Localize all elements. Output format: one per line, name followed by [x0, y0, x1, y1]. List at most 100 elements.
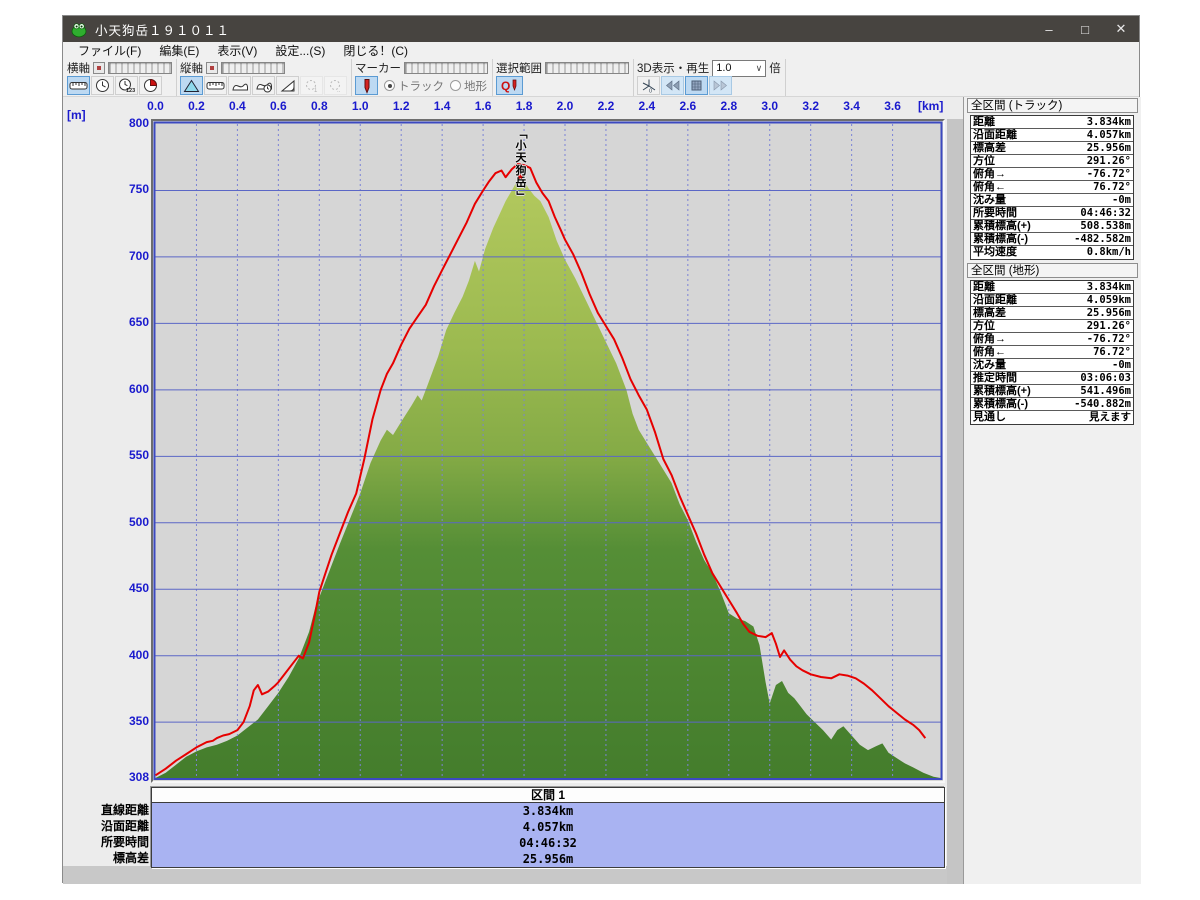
marker-target-terrain-radio[interactable]: 地形	[450, 78, 487, 94]
x-tick-label: 1.6	[474, 99, 492, 113]
elevation-plot[interactable]	[151, 119, 945, 783]
segment-label: 沿面距離	[100, 819, 149, 833]
x-tick-label: 2.2	[597, 99, 615, 113]
x-tick-label: 3.0	[761, 99, 779, 113]
menu-item-4[interactable]: 閉じる！(C)	[334, 42, 417, 59]
terrain-stat-row: 方位 291.26°	[971, 320, 1133, 333]
menu-item-2[interactable]: 表示(V)	[208, 42, 266, 59]
ghost-icon-2: ..	[330, 79, 341, 93]
close-button[interactable]: ✕	[1103, 16, 1139, 42]
terrain-stat-value: 25.956m	[1086, 307, 1131, 319]
xaxis-time-number-button[interactable]: 123	[115, 76, 138, 95]
y-axis-unit: [m]	[67, 108, 86, 122]
play-icon	[713, 80, 727, 91]
playback-stop-button[interactable]	[685, 76, 708, 95]
selection-range-button[interactable]: Q	[496, 76, 523, 95]
yaxis-extra2-button[interactable]: ..	[324, 76, 347, 95]
menu-item-0[interactable]: ファイル(F)	[69, 42, 150, 59]
yaxis-pace-button[interactable]	[252, 76, 275, 95]
selection-slider[interactable]	[545, 62, 629, 74]
yaxis-elevation-button[interactable]	[180, 76, 203, 95]
menu-item-1[interactable]: 編集(E)	[150, 42, 208, 59]
xaxis-pie-button[interactable]	[139, 76, 162, 95]
terrain-stat-row: 沿面距離 4.059km	[971, 294, 1133, 307]
track-stat-label: 沿面距離	[973, 129, 1017, 141]
track-stat-label: 距離	[973, 116, 995, 128]
terrain-stat-label: 沿面距離	[973, 294, 1017, 306]
slope-angle-icon	[280, 79, 294, 91]
track-stat-row: 標高差 25.956m	[971, 142, 1133, 155]
xaxis-distance-button[interactable]	[67, 76, 90, 95]
terrain-stat-label: 累積標高(+)	[973, 385, 1031, 397]
svg-text:0: 0	[649, 89, 652, 94]
x-tick-label: 2.0	[556, 99, 574, 113]
desktop: 小天狗岳１９１０１１ – □ ✕ ファイル(F) 編集(E) 表示(V) 設定...(…	[0, 0, 1200, 900]
app-icon	[71, 23, 87, 38]
clock-123-icon: 123	[119, 78, 135, 93]
segment-values: 3.834km 4.057km 04:46:32 25.956m	[152, 803, 944, 867]
terrain-stat-label: 見通し	[973, 411, 1006, 423]
track-stat-value: 76.72°	[1093, 181, 1131, 193]
marker-target-track-radio[interactable]: トラック	[384, 78, 444, 94]
yaxis-extra1-button[interactable]: 1	[300, 76, 323, 95]
segment-label: 直線距離	[100, 803, 149, 817]
track-stat-value: -76.72°	[1086, 168, 1131, 180]
yaxis-slope-button[interactable]	[276, 76, 299, 95]
segment-value: 4.057km	[522, 820, 574, 834]
track-stat-value: 0.8km/h	[1086, 246, 1131, 258]
toolbar-group-yaxis: 縦軸 1 ..	[177, 59, 352, 96]
terrain-stat-value: 3.834km	[1086, 281, 1131, 293]
marker-slider[interactable]	[404, 62, 488, 74]
x-tick-label: 0.4	[229, 99, 246, 113]
peak-annotation-char: 」	[515, 190, 528, 202]
playback-play-button[interactable]	[709, 76, 732, 95]
marker-pen-button[interactable]	[355, 76, 378, 95]
radio-terrain-label: 地形	[464, 80, 487, 93]
svg-text:..: ..	[337, 88, 341, 93]
yaxis-group-label: 縦軸	[180, 63, 203, 75]
terrain-stat-row: 見通し 見えます	[971, 411, 1133, 424]
track-stat-row: 累積標高(+) 508.538m	[971, 220, 1133, 233]
segment-row-labels: 直線距離 沿面距離 所要時間 標高差	[69, 802, 149, 866]
terrain-stat-label: 標高差	[973, 307, 1006, 319]
menu-item-3[interactable]: 設定...(S)	[266, 42, 334, 59]
terrain-stat-label: 推定時間	[973, 372, 1017, 384]
peak-marker-icon: *	[517, 171, 523, 186]
x-tick-label: 0.8	[310, 99, 328, 113]
segment-value: 3.834km	[522, 804, 574, 818]
x-tick-label: 2.4	[638, 99, 656, 113]
radio-circle-icon	[450, 80, 461, 91]
playback-3d-view-button[interactable]: 0	[637, 76, 660, 95]
yaxis-speed-button[interactable]	[228, 76, 251, 95]
select-range-icon: Q	[501, 79, 516, 93]
xaxis-scale-slider[interactable]	[108, 62, 172, 74]
xaxis-time-button[interactable]	[91, 76, 114, 95]
terrain-stat-value: 03:06:03	[1080, 372, 1131, 384]
x-tick-label: 1.2	[392, 99, 410, 113]
window-title: 小天狗岳１９１０１１	[95, 23, 231, 38]
terrain-panel-title: 全区間 (地形)	[967, 263, 1138, 278]
segment-table: 区間 1 3.834km 4.057km 04:46:32 25.956m	[151, 787, 945, 868]
yaxis-scale-slider[interactable]	[221, 62, 285, 74]
segment-header: 区間 1	[152, 788, 944, 803]
maximize-button[interactable]: □	[1067, 16, 1103, 42]
yaxis-slider-button[interactable]	[206, 62, 218, 74]
track-stat-value: 4.057km	[1086, 129, 1131, 141]
minimize-button[interactable]: –	[1031, 16, 1067, 42]
terrain-stat-row: 推定時間 03:06:03	[971, 372, 1133, 385]
x-tick-label: 1.4	[433, 99, 451, 113]
terrain-stat-value: 291.26°	[1086, 320, 1131, 332]
peak-annotation: 「小天狗岳」	[514, 127, 528, 202]
track-stat-value: -0m	[1112, 194, 1131, 206]
yaxis-distance-button[interactable]	[204, 76, 227, 95]
terrain-stat-value: -540.882m	[1074, 398, 1131, 410]
ruler-icon	[69, 82, 88, 90]
playback-rate-select[interactable]: 1.0 ∨	[712, 59, 767, 77]
playback-rate-value: 1.0	[716, 62, 732, 74]
terrain-stat-label: 俯角→	[973, 333, 1006, 345]
terrain-stat-value: 541.496m	[1080, 385, 1131, 397]
track-stat-label: 所要時間	[973, 207, 1017, 219]
y-tick-label: 500	[128, 514, 149, 529]
xaxis-slider-button[interactable]	[93, 62, 105, 74]
playback-rewind-button[interactable]	[661, 76, 684, 95]
